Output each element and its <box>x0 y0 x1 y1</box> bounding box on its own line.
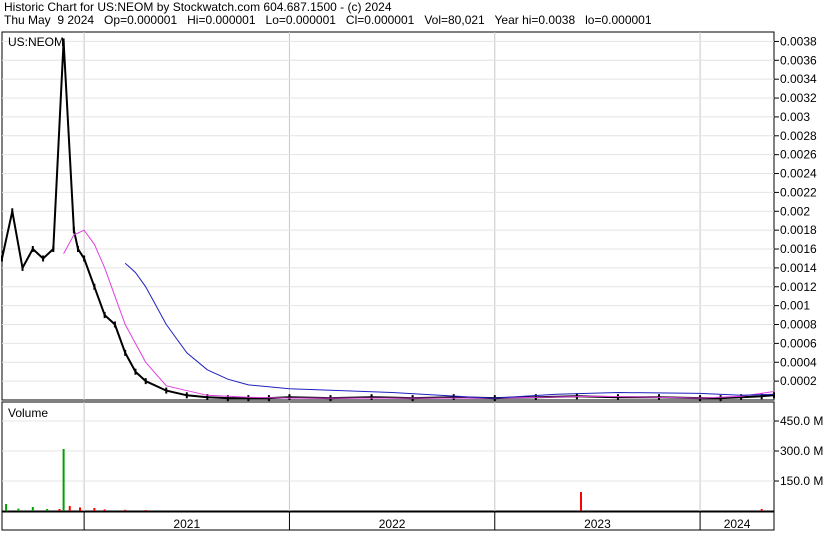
y-tick-label: 0.0018 <box>780 223 817 237</box>
x-tick-label: 2022 <box>379 517 406 531</box>
stock-chart: 0.0038 0.0036 0.0034 0.0032 0.003 0.0028 0.002… <box>1 31 823 531</box>
price-panel <box>1 31 775 401</box>
x-tick-label: 2023 <box>584 517 611 531</box>
y-tick-label: 0.0028 <box>780 129 817 143</box>
y-tick-label: 0.0038 <box>780 34 817 48</box>
x-tick-label: 2024 <box>724 517 751 531</box>
y-tick-label: 0.0024 <box>780 167 817 181</box>
y-tick-label: 0.002 <box>780 204 810 218</box>
y-tick-label: 0.0006 <box>780 336 817 350</box>
y-tick-label: 0.0016 <box>780 242 817 256</box>
y-tick-label: 0.001 <box>780 299 810 313</box>
y-tick-label: 0.0026 <box>780 148 817 162</box>
y-tick-label: 0.0002 <box>780 374 817 388</box>
volume-panel <box>1 401 775 512</box>
price-panel-title: US:NEOM <box>8 35 64 49</box>
y-tick-label: 0.0014 <box>780 261 817 275</box>
volume-tick-label: 300.0 M <box>780 444 823 458</box>
x-tick-label: 2021 <box>173 517 200 531</box>
y-tick-label: 0.0036 <box>780 53 817 67</box>
y-tick-label: 0.0004 <box>780 355 817 369</box>
y-tick-label: 0.0022 <box>780 185 817 199</box>
y-tick-label: 0.0034 <box>780 72 817 86</box>
volume-tick-label: 450.0 M <box>780 414 823 428</box>
volume-tick-label: 150.0 M <box>780 474 823 488</box>
y-tick-label: 0.0012 <box>780 280 817 294</box>
y-tick-label: 0.0008 <box>780 318 817 332</box>
volume-panel-title: Volume <box>8 406 48 420</box>
y-tick-label: 0.0032 <box>780 91 817 105</box>
y-tick-label: 0.003 <box>780 110 810 124</box>
